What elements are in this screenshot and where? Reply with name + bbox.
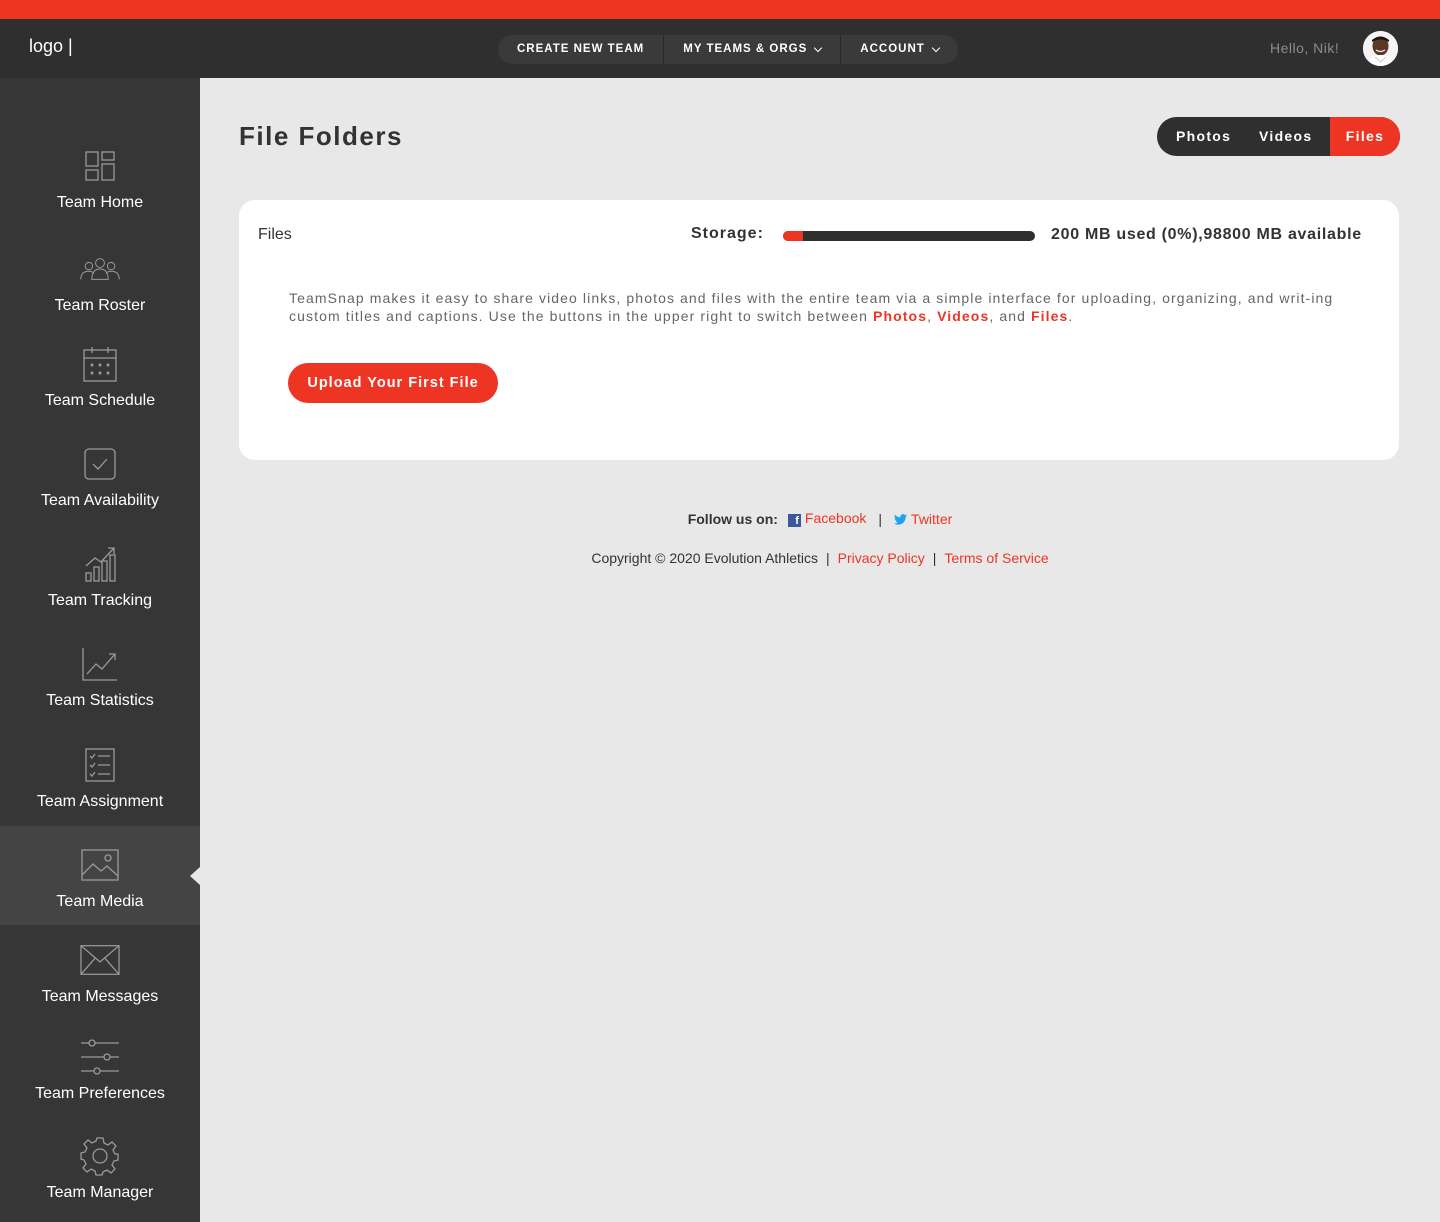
sidebar-item-label: Team Preferences (35, 1085, 165, 1102)
separator: | (826, 550, 830, 566)
sliders-icon (80, 1037, 120, 1077)
terms-of-service-link[interactable]: Terms of Service (944, 550, 1048, 566)
trend-chart-icon (80, 644, 120, 684)
sidebar-item-team-manager[interactable]: Team Manager (0, 1136, 200, 1202)
storage-usage-text: 200 MB used (0%),98800 MB available (1051, 226, 1362, 243)
nav-label: CREATE NEW TEAM (517, 43, 645, 55)
description-separator: , and (989, 308, 1031, 324)
facebook-link-label: Facebook (804, 510, 867, 526)
upload-first-file-button[interactable]: Upload Your First File (288, 363, 498, 403)
description-link-videos[interactable]: Videos (937, 308, 989, 324)
users-icon (80, 249, 120, 289)
sidebar-item-label: Team Availability (41, 492, 159, 509)
nav-account[interactable]: ACCOUNT (841, 35, 958, 64)
checkbox-icon (80, 444, 120, 484)
sidebar-item-label: Team Tracking (47, 592, 153, 609)
twitter-link-label: Twitter (911, 510, 953, 527)
separator: | (932, 550, 937, 566)
logo[interactable]: logo | (29, 36, 73, 57)
sidebar-item-team-media[interactable]: Team Media (0, 826, 200, 925)
description-separator: , (927, 308, 938, 324)
nav-my-teams-orgs[interactable]: MY TEAMS & ORGS (664, 35, 842, 64)
sidebar-item-team-preferences[interactable]: Team Preferences (0, 1037, 200, 1103)
sidebar: Team Home Team Roster Team Schedule Team… (0, 78, 200, 1222)
tab-videos[interactable]: Videos (1245, 117, 1330, 156)
checklist-icon (80, 745, 120, 785)
card-title: Files (258, 226, 292, 243)
nav-create-new-team[interactable]: CREATE NEW TEAM (498, 35, 665, 64)
copyright-bar: Copyright © 2020 Evolution Athletics | P… (0, 550, 1440, 566)
files-card: Files Storage: 200 MB used (0%),98800 MB… (239, 200, 1399, 460)
description-link-photos[interactable]: Photos (873, 308, 927, 324)
sidebar-item-team-statistics[interactable]: Team Statistics (0, 644, 200, 710)
image-icon (80, 845, 120, 885)
storage-label: Storage: (691, 225, 764, 242)
media-type-tabs: Photos Videos Files (1157, 117, 1400, 156)
description-end: . (1068, 308, 1074, 324)
twitter-link[interactable]: Twitter (894, 511, 952, 527)
follow-label: Follow us on: (687, 510, 778, 527)
storage-progress-fill (783, 231, 804, 241)
sidebar-item-label: Team Media (56, 893, 144, 910)
sidebar-item-label: Team Statistics (46, 692, 154, 709)
sidebar-item-label: Team Messages (41, 988, 159, 1005)
top-nav: CREATE NEW TEAM MY TEAMS & ORGS ACCOUNT (498, 35, 958, 64)
privacy-policy-link[interactable]: Privacy Policy (838, 550, 925, 566)
user-greeting: Hello, Nik! (1270, 40, 1340, 56)
sidebar-item-label: Team Home (56, 194, 144, 211)
copyright-text: Copyright © 2020 Evolution Athletics (591, 550, 818, 566)
sidebar-item-team-messages[interactable]: Team Messages (0, 940, 200, 1006)
dashboard-icon (80, 146, 120, 186)
facebook-link[interactable]: f Facebook (787, 510, 867, 527)
tab-photos[interactable]: Photos (1157, 117, 1245, 156)
sidebar-item-label: Team Roster (54, 297, 146, 314)
follow-us: Follow us on: f Facebook | Twitter (0, 510, 1440, 527)
gear-icon (80, 1136, 120, 1176)
envelope-icon (80, 940, 120, 980)
chevron-down-icon (814, 43, 823, 52)
top-accent-bar (0, 0, 1440, 19)
tab-files[interactable]: Files (1330, 117, 1400, 156)
sidebar-item-label: Team Schedule (44, 392, 156, 409)
sidebar-item-team-schedule[interactable]: Team Schedule (0, 344, 200, 410)
sidebar-item-team-assignment[interactable]: Team Assignment (0, 745, 200, 811)
page-title: File Folders (239, 121, 403, 151)
sidebar-item-label: Team Manager (46, 1184, 154, 1201)
description: TeamSnap makes it easy to share video li… (289, 289, 1354, 325)
nav-label: MY TEAMS & ORGS (683, 43, 808, 55)
chevron-down-icon (931, 43, 941, 52)
separator: | (878, 510, 883, 527)
avatar[interactable] (1363, 31, 1398, 66)
avatar-image (1363, 31, 1398, 66)
nav-label: ACCOUNT (860, 43, 925, 55)
sidebar-item-team-roster[interactable]: Team Roster (0, 249, 200, 315)
description-link-files[interactable]: Files (1031, 308, 1068, 324)
facebook-icon: f (787, 514, 801, 527)
sidebar-item-team-home[interactable]: Team Home (0, 146, 200, 212)
storage-progress-bar (783, 231, 1035, 241)
active-indicator (190, 866, 200, 885)
calendar-icon (80, 344, 120, 384)
sidebar-item-team-availability[interactable]: Team Availability (0, 444, 200, 510)
description-text: TeamSnap makes it easy to share video li… (289, 290, 1334, 324)
header: logo | CREATE NEW TEAM MY TEAMS & ORGS A… (0, 19, 1440, 78)
sidebar-item-label: Team Assignment (36, 793, 164, 810)
twitter-icon (894, 513, 908, 525)
